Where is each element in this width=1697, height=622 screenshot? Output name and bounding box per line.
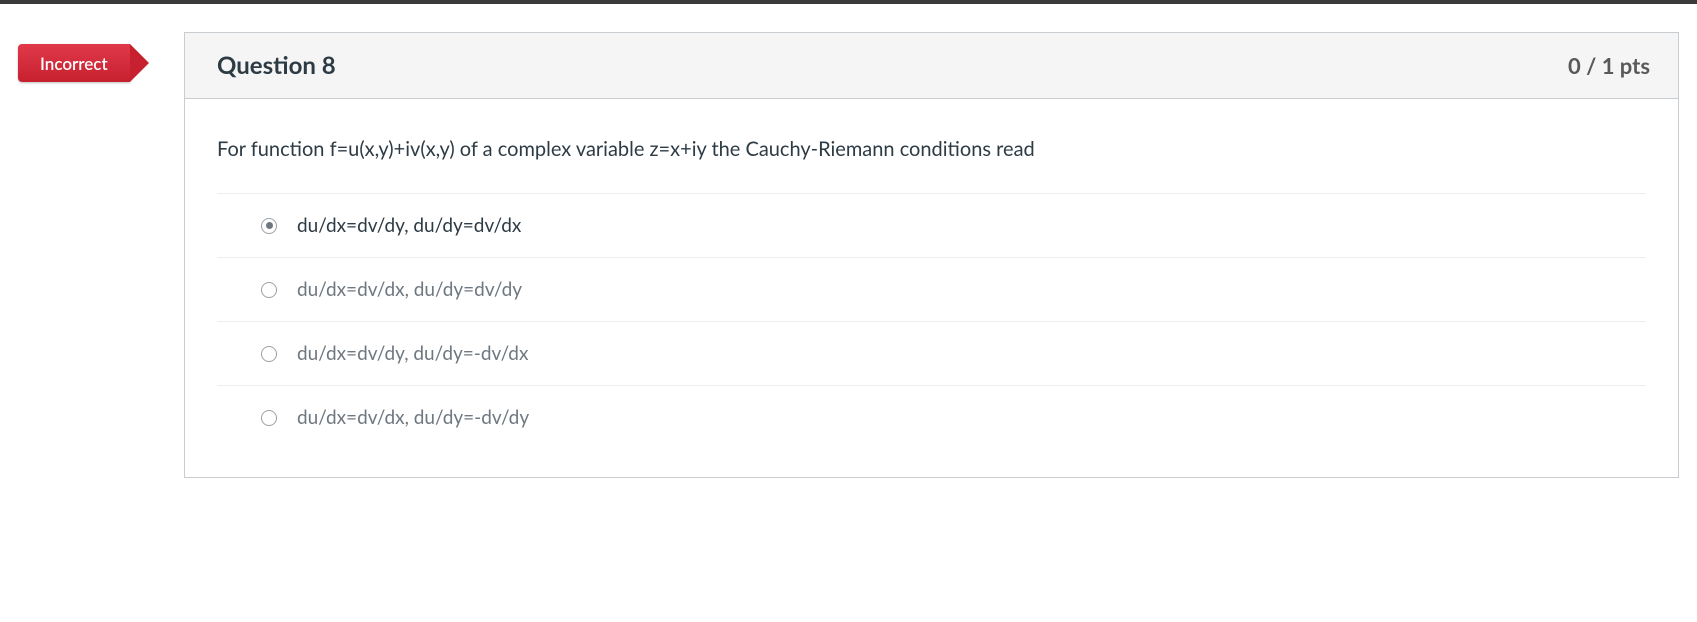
radio-icon bbox=[261, 218, 277, 234]
page: Incorrect Question 8 0 / 1 pts For funct… bbox=[0, 0, 1697, 518]
answer-option[interactable]: du/dx=dv/dy, du/dy=-dv/dx bbox=[217, 321, 1646, 385]
radio-icon bbox=[261, 410, 277, 426]
status-flag-text: Incorrect bbox=[40, 53, 108, 74]
answer-text: du/dx=dv/dx, du/dy=dv/dy bbox=[297, 278, 522, 301]
radio-icon bbox=[261, 282, 277, 298]
answer-option[interactable]: du/dx=dv/dy, du/dy=dv/dx bbox=[217, 193, 1646, 257]
question-card: Question 8 0 / 1 pts For function f=u(x,… bbox=[184, 32, 1679, 478]
answer-option[interactable]: du/dx=dv/dx, du/dy=-dv/dy bbox=[217, 385, 1646, 449]
status-flag: Incorrect bbox=[18, 44, 130, 82]
answer-text: du/dx=dv/dy, du/dy=-dv/dx bbox=[297, 342, 528, 365]
radio-icon bbox=[261, 346, 277, 362]
answer-list: du/dx=dv/dy, du/dy=dv/dx du/dx=dv/dx, du… bbox=[217, 193, 1646, 449]
answer-option[interactable]: du/dx=dv/dx, du/dy=dv/dy bbox=[217, 257, 1646, 321]
answer-text: du/dx=dv/dx, du/dy=-dv/dy bbox=[297, 406, 529, 429]
question-prompt: For function f=u(x,y)+iv(x,y) of a compl… bbox=[217, 137, 1646, 161]
question-title: Question 8 bbox=[217, 51, 336, 80]
question-header: Question 8 0 / 1 pts bbox=[185, 33, 1678, 99]
question-body: For function f=u(x,y)+iv(x,y) of a compl… bbox=[185, 99, 1678, 477]
answer-text: du/dx=dv/dy, du/dy=dv/dx bbox=[297, 214, 521, 237]
question-wrapper: Incorrect Question 8 0 / 1 pts For funct… bbox=[0, 4, 1697, 518]
question-points: 0 / 1 pts bbox=[1568, 52, 1650, 79]
